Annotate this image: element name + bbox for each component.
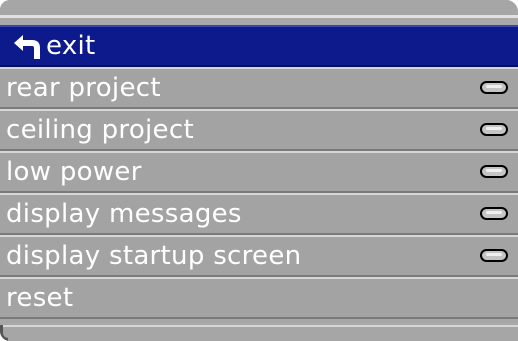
menu-bottom-border [0, 325, 518, 341]
menu-item-label: ceiling project [6, 115, 194, 145]
ceiling-project-toggle[interactable] [480, 123, 508, 136]
menu-item-label: display startup screen [6, 241, 302, 271]
menu-top-border [0, 0, 518, 18]
menu-item-label: low power [6, 157, 142, 187]
display-messages-toggle[interactable] [480, 207, 508, 220]
menu-item-display-startup-screen[interactable]: display startup screen [0, 235, 518, 277]
menu-item-label: display messages [6, 199, 242, 229]
rear-project-toggle[interactable] [480, 81, 508, 94]
menu-item-label: rear project [6, 73, 161, 103]
projector-settings-menu: exit rear project ceiling project low po… [0, 0, 518, 341]
menu-item-rear-project[interactable]: rear project [0, 67, 518, 109]
menu-item-low-power[interactable]: low power [0, 151, 518, 193]
menu-item-label: reset [6, 283, 74, 313]
menu-item-exit[interactable]: exit [0, 25, 518, 67]
menu-item-reset[interactable]: reset [0, 277, 518, 319]
menu-item-label: exit [46, 31, 96, 61]
back-arrow-icon [14, 35, 40, 59]
display-startup-screen-toggle[interactable] [480, 249, 508, 262]
low-power-toggle[interactable] [480, 165, 508, 178]
menu-item-display-messages[interactable]: display messages [0, 193, 518, 235]
menu-item-ceiling-project[interactable]: ceiling project [0, 109, 518, 151]
